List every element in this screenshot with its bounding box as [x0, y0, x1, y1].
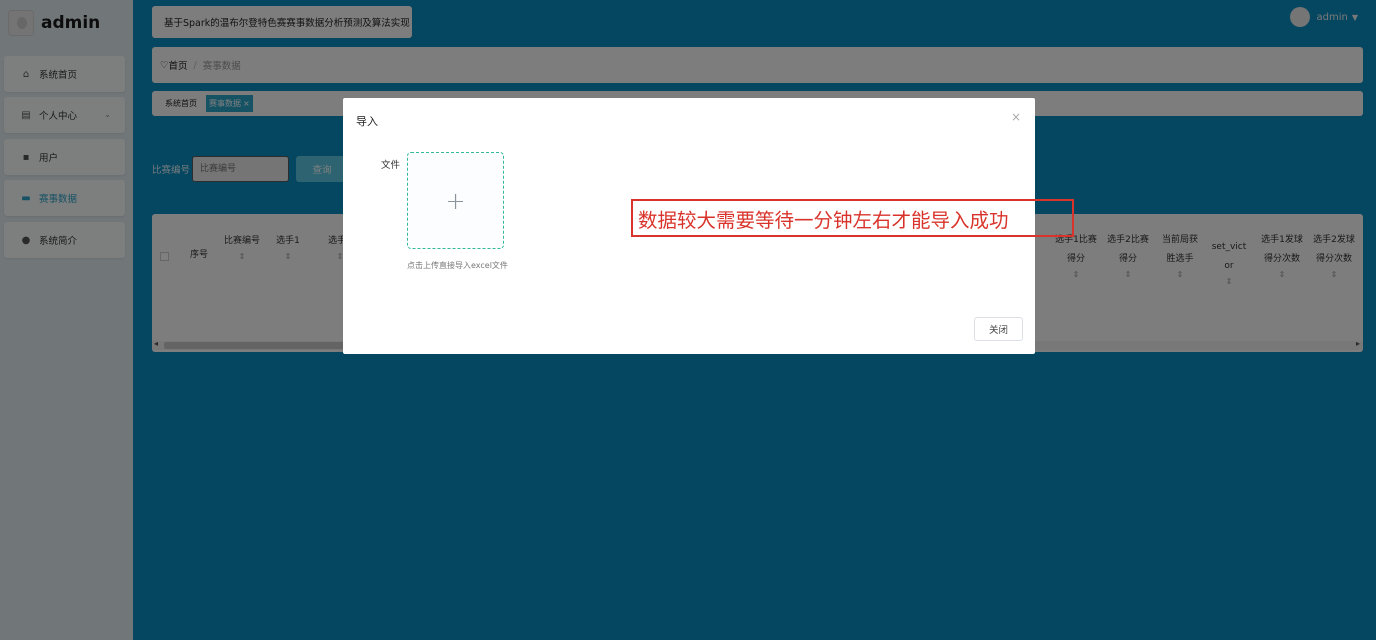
annotation-text: 数据较大需要等待一分钟左右才能导入成功	[638, 208, 1009, 232]
plus-icon: +	[445, 186, 466, 215]
close-icon[interactable]: ×	[1011, 110, 1021, 124]
annotation-note: 数据较大需要等待一分钟左右才能导入成功	[631, 199, 1074, 237]
upload-hint: 点击上传直接导入excel文件	[407, 261, 508, 270]
close-button[interactable]: 关闭	[974, 317, 1023, 341]
file-upload-button[interactable]: +	[407, 152, 504, 249]
dialog-title: 导入	[356, 115, 378, 128]
file-field-label: 文件	[381, 160, 401, 171]
